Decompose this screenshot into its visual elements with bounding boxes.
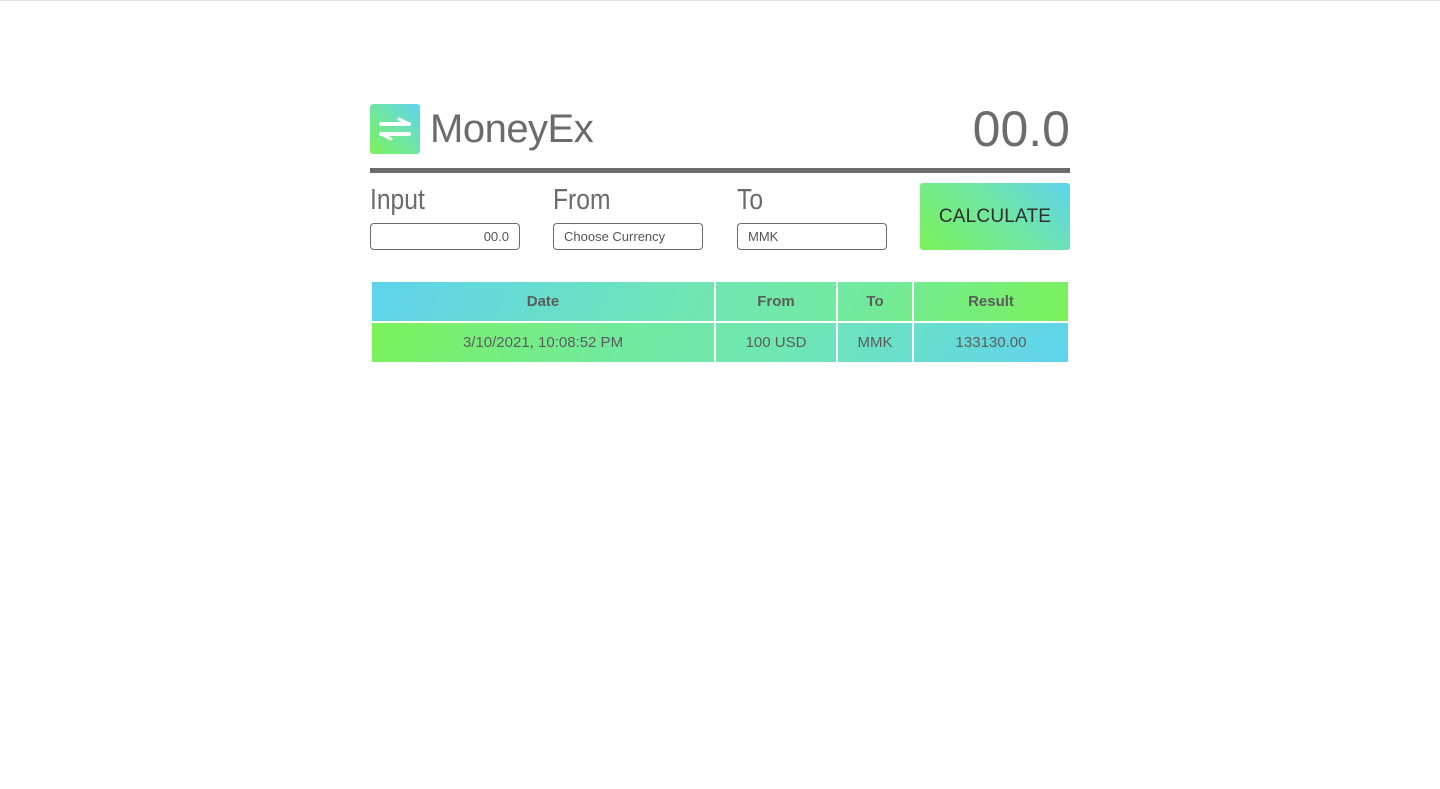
money-exchange-app: MoneyEx 00.0 Input 00.0 From Choose Curr… — [370, 101, 1070, 362]
table-row: 3/10/2021, 10:08:52 PM 100 USD MMK 13313… — [372, 323, 1068, 362]
app-header: MoneyEx 00.0 — [370, 101, 1070, 173]
from-label: From — [553, 184, 611, 216]
cell-result: 133130.00 — [955, 334, 1027, 351]
app-logo — [370, 104, 420, 154]
history-table: Date From To Result 3/10/2021, 10:08:52 … — [370, 280, 1070, 364]
brand-title: MoneyEx — [430, 107, 594, 151]
result-total: 00.0 — [972, 101, 1070, 157]
to-currency-select[interactable]: MMK — [737, 223, 887, 250]
to-field-group: To MMK — [737, 183, 887, 250]
amount-input[interactable]: 00.0 — [370, 223, 520, 250]
cell-to: MMK — [857, 334, 893, 351]
cell-from: 100 USD — [745, 334, 807, 351]
column-header-to: To — [866, 293, 884, 310]
column-header-result: Result — [968, 293, 1014, 310]
to-label: To — [737, 184, 764, 216]
from-currency-select[interactable]: Choose Currency — [553, 223, 703, 250]
swap-arrows-icon — [379, 117, 411, 141]
conversion-form: Input 00.0 From Choose Currency To MMK C… — [370, 183, 1070, 261]
top-divider — [0, 0, 1440, 1]
input-label: Input — [370, 184, 425, 216]
from-field-group: From Choose Currency — [553, 183, 703, 250]
column-header-from: From — [757, 293, 795, 310]
column-header-date: Date — [526, 293, 560, 310]
table-header-row: Date From To Result — [372, 282, 1068, 321]
input-field-group: Input 00.0 — [370, 183, 520, 250]
cell-date: 3/10/2021, 10:08:52 PM — [462, 334, 624, 351]
calculate-button[interactable]: CALCULATE — [920, 183, 1070, 250]
